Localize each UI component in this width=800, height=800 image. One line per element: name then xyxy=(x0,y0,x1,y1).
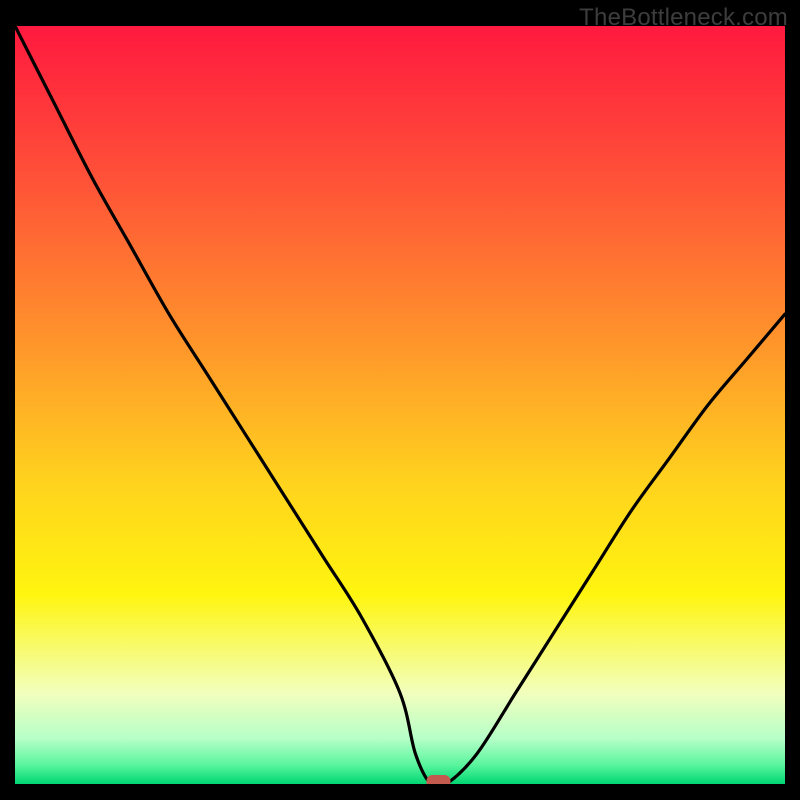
gradient-background xyxy=(15,26,785,784)
watermark-text: TheBottleneck.com xyxy=(579,4,788,32)
optimal-point-marker xyxy=(427,775,451,784)
bottleneck-curve-chart xyxy=(15,26,785,784)
chart-frame: TheBottleneck.com xyxy=(0,0,800,800)
plot-area xyxy=(15,26,785,784)
